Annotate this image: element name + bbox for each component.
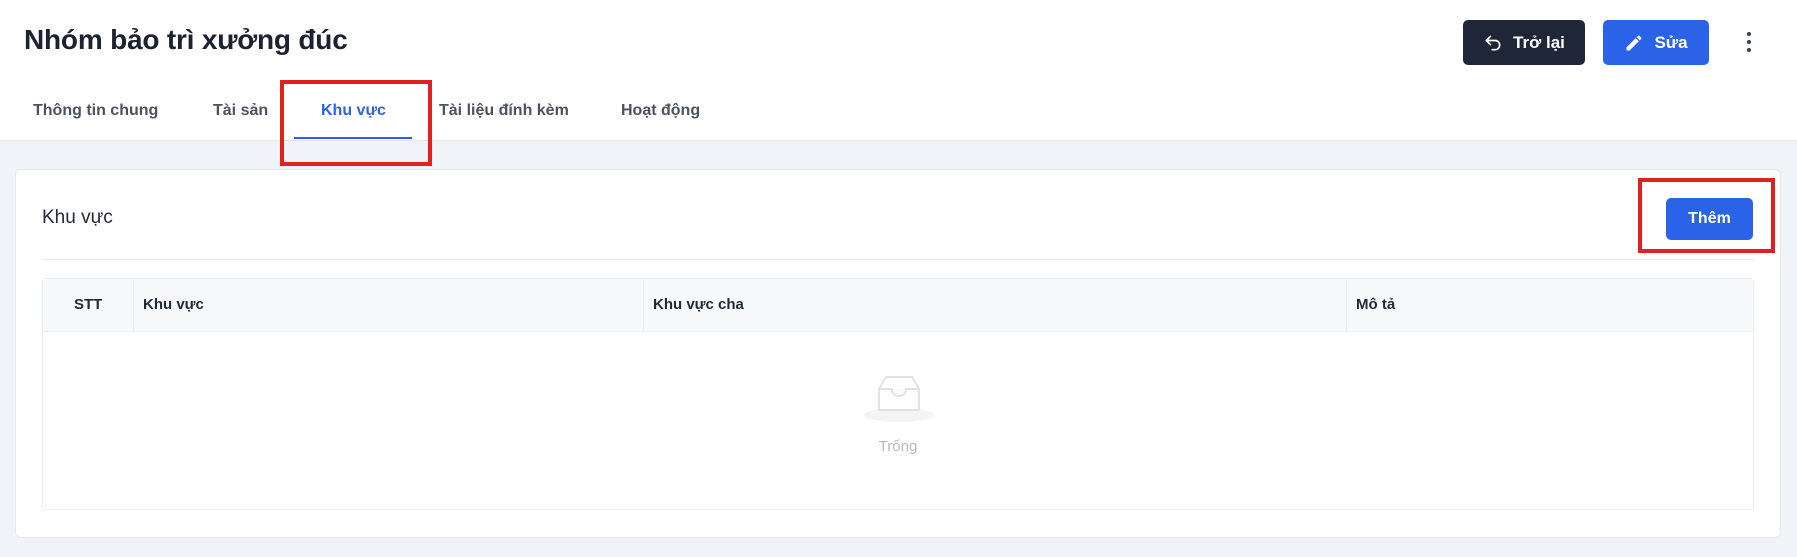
column-divider <box>133 279 134 332</box>
edit-button[interactable]: Sửa <box>1603 20 1709 65</box>
table-header: STT Khu vực Khu vực cha Mô tả <box>43 279 1753 332</box>
page-title: Nhóm bảo trì xưởng đúc <box>24 24 348 55</box>
column-header-description: Mô tả <box>1356 296 1396 313</box>
empty-state: Trống <box>43 332 1753 510</box>
edit-button-label: Sửa <box>1654 32 1688 52</box>
column-divider <box>1346 279 1347 332</box>
more-vertical-icon[interactable] <box>1735 24 1763 60</box>
section-divider <box>42 259 1754 260</box>
back-button[interactable]: Trở lại <box>1463 20 1585 65</box>
column-header-parent-area: Khu vực cha <box>653 296 744 313</box>
column-divider <box>643 279 644 332</box>
back-button-label: Trở lại <box>1513 32 1565 52</box>
areas-table: STT Khu vực Khu vực cha Mô tả Trống <box>42 278 1754 510</box>
tab-activity[interactable]: Hoạt động <box>621 102 700 120</box>
empty-inbox-icon <box>864 376 934 422</box>
pencil-icon <box>1626 34 1642 50</box>
tab-attachments[interactable]: Tài liệu đính kèm <box>439 102 569 120</box>
section-title: Khu vực <box>42 207 113 228</box>
undo-arrow-icon <box>1485 35 1501 51</box>
top-header: Nhóm bảo trì xưởng đúc Trở lại Sửa Thông… <box>0 0 1797 141</box>
empty-state-text: Trống <box>878 438 918 455</box>
tab-areas[interactable]: Khu vực <box>321 102 386 120</box>
tab-bar: Thông tin chung Tài sản Khu vực Tài liệu… <box>0 90 900 140</box>
active-tab-indicator <box>294 137 412 139</box>
tab-general-info[interactable]: Thông tin chung <box>33 102 158 120</box>
tab-assets[interactable]: Tài sản <box>213 102 268 120</box>
column-header-area: Khu vực <box>143 296 204 313</box>
column-header-stt: STT <box>74 296 103 313</box>
add-button[interactable]: Thêm <box>1666 198 1753 240</box>
